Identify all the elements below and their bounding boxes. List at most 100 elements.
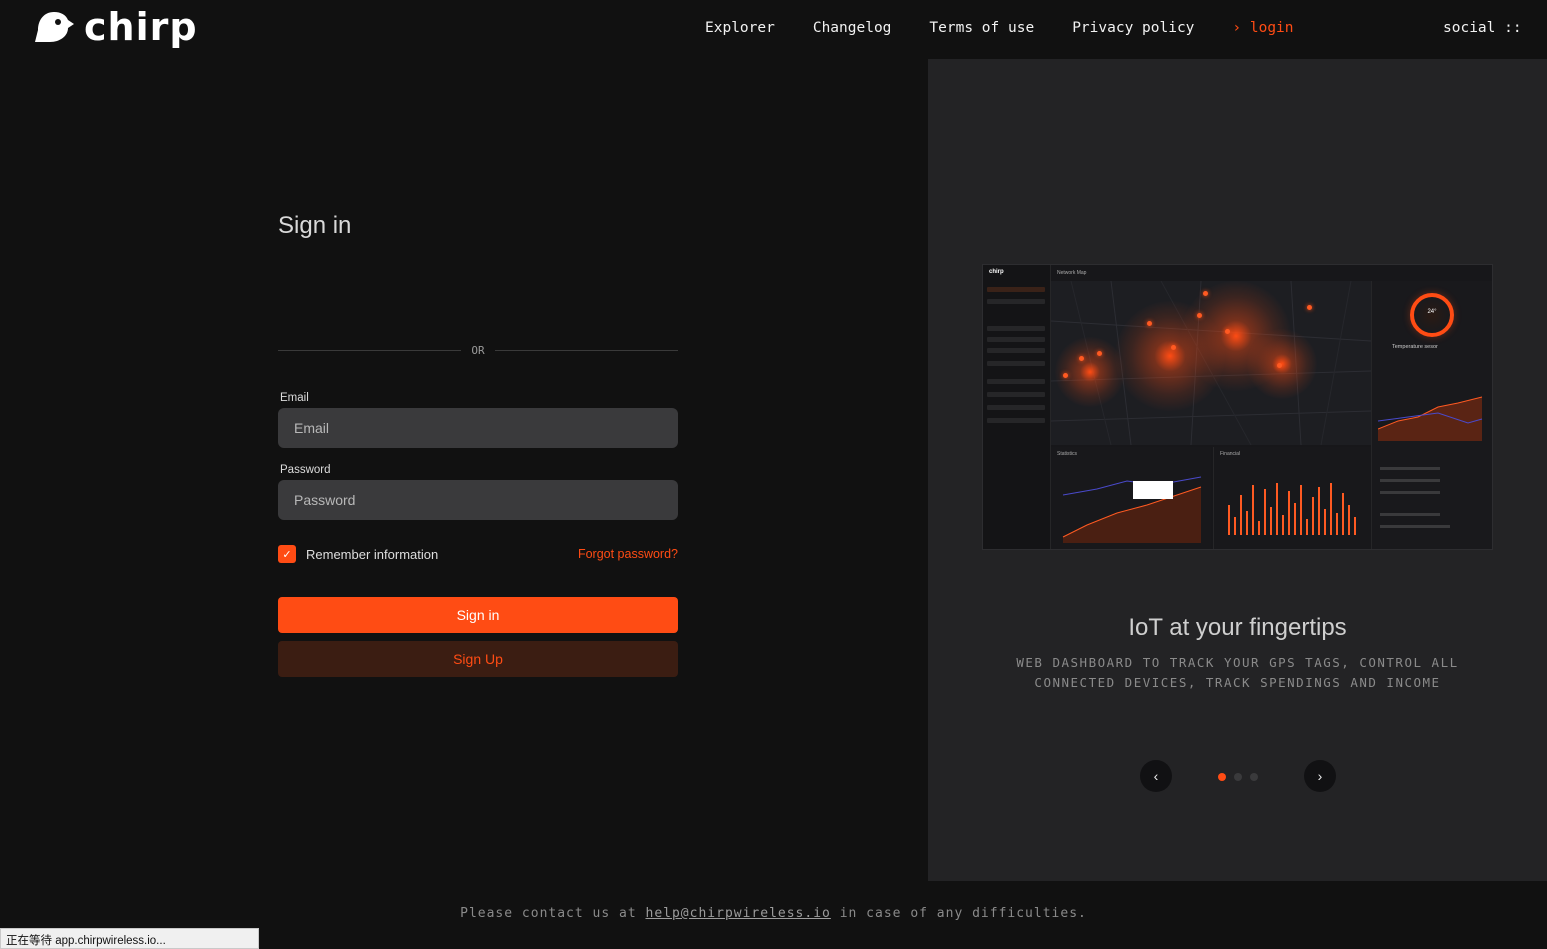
- page-title: Sign in: [278, 212, 352, 239]
- nav-terms[interactable]: Terms of use: [929, 20, 1034, 36]
- fin-bar: [1246, 511, 1248, 535]
- email-label: Email: [280, 392, 309, 404]
- promo-panel: chirp Network Map 24° Temperature sesor …: [928, 59, 1547, 881]
- fin-bar: [1240, 495, 1242, 535]
- map-marker: [1171, 345, 1176, 350]
- map-marker: [1197, 313, 1202, 318]
- social-menu[interactable]: social ::: [1443, 20, 1522, 36]
- map-marker: [1225, 329, 1230, 334]
- forgot-password-link[interactable]: Forgot password?: [578, 547, 678, 561]
- fin-bar: [1330, 483, 1332, 535]
- preview-map-label: Network Map: [1057, 270, 1087, 276]
- sign-in-button[interactable]: Sign in: [278, 597, 678, 633]
- fin-bar: [1342, 493, 1344, 535]
- fin-bar: [1252, 485, 1254, 535]
- map-marker: [1063, 373, 1068, 378]
- preview-nav-item: [987, 392, 1045, 397]
- promo-title: IoT at your fingertips: [1128, 614, 1347, 641]
- carousel-dot-3[interactable]: [1250, 773, 1258, 781]
- nav-explorer[interactable]: Explorer: [705, 20, 775, 36]
- dashboard-preview-image: chirp Network Map 24° Temperature sesor …: [982, 264, 1493, 550]
- log-row: [1380, 479, 1440, 482]
- map-marker: [1079, 356, 1084, 361]
- map-hotspot: [1055, 337, 1125, 407]
- carousel-next-button[interactable]: ›: [1304, 760, 1336, 792]
- password-field[interactable]: [278, 480, 678, 520]
- preview-nav-item: [987, 405, 1045, 410]
- nav-changelog[interactable]: Changelog: [813, 20, 892, 36]
- preview-nav-item: [987, 379, 1045, 384]
- chevron-right-icon: ›: [1317, 768, 1323, 784]
- nav-privacy[interactable]: Privacy policy: [1072, 20, 1194, 36]
- map-hotspot: [1247, 329, 1317, 399]
- promo-description: WEB DASHBOARD TO TRACK YOUR GPS TAGS, CO…: [1016, 655, 1459, 690]
- fin-bar: [1270, 507, 1272, 535]
- statistics-area-chart: [1062, 476, 1202, 543]
- preview-statistics: Statistics: [1051, 447, 1211, 549]
- fin-bar: [1354, 517, 1356, 535]
- logo[interactable]: chirp: [34, 8, 198, 46]
- log-row: [1380, 467, 1440, 470]
- log-row: [1380, 491, 1440, 494]
- log-row: [1380, 513, 1440, 516]
- nav-login[interactable]: › login: [1232, 20, 1293, 36]
- browser-status-bar: 正在等待 app.chirpwireless.io...: [0, 928, 259, 949]
- fin-bar: [1324, 509, 1326, 535]
- footer-text-before: Please contact us at: [460, 906, 646, 921]
- carousel-dot-1[interactable]: [1218, 773, 1226, 781]
- carousel-prev-button[interactable]: ‹: [1140, 760, 1172, 792]
- preview-financial: Financial: [1213, 447, 1371, 549]
- carousel-dots: [1218, 773, 1266, 781]
- remember-checkbox-row[interactable]: ✓ Remember information: [278, 545, 438, 563]
- map-marker: [1097, 351, 1102, 356]
- preview-nav-item: [987, 418, 1045, 423]
- fin-bar: [1318, 487, 1320, 535]
- log-row: [1380, 525, 1450, 528]
- preview-nav-item: [987, 287, 1045, 292]
- remember-label: Remember information: [306, 546, 439, 562]
- support-email-link[interactable]: help@chirpwireless.io: [646, 906, 831, 921]
- fin-bar: [1306, 519, 1308, 535]
- fin-bar: [1336, 513, 1338, 535]
- map-marker: [1307, 305, 1312, 310]
- fin-bar: [1282, 515, 1284, 535]
- check-icon: ✓: [282, 548, 292, 561]
- fin-bar: [1264, 489, 1266, 535]
- footer-text-after: in case of any difficulties.: [830, 906, 1087, 921]
- main-nav: Explorer Changelog Terms of use Privacy …: [705, 20, 1294, 36]
- statistics-title: Statistics: [1057, 451, 1078, 457]
- password-label: Password: [280, 464, 331, 476]
- bird-icon: [35, 12, 74, 42]
- fin-bar: [1348, 505, 1350, 535]
- preview-nav-item: [987, 299, 1045, 304]
- header: chirp Explorer Changelog Terms of use Pr…: [0, 0, 1547, 59]
- sign-up-button[interactable]: Sign Up: [278, 641, 678, 677]
- fin-bar: [1288, 491, 1290, 535]
- chevron-left-icon: ‹: [1153, 768, 1159, 784]
- fin-bar: [1258, 521, 1260, 535]
- fin-bar: [1234, 517, 1236, 535]
- email-field[interactable]: [278, 408, 678, 448]
- divider-line-right: [495, 350, 678, 351]
- logo-text: chirp: [84, 5, 198, 49]
- carousel-dot-2[interactable]: [1234, 773, 1242, 781]
- or-divider: OR: [278, 344, 678, 358]
- preview-nav-item: [987, 337, 1045, 342]
- remember-checkbox[interactable]: ✓: [278, 545, 296, 563]
- sensor-title: Temperature sesor: [1392, 344, 1438, 350]
- fin-bar: [1294, 503, 1296, 535]
- fin-bar: [1312, 497, 1314, 535]
- preview-nav-item: [987, 348, 1045, 353]
- preview-map: [1051, 281, 1371, 445]
- footer-contact: Please contact us at help@chirpwireless.…: [0, 906, 1547, 921]
- sensor-area-chart: [1378, 396, 1483, 441]
- preview-nav-item: [987, 326, 1045, 331]
- preview-sensor-panel: 24° Temperature sesor: [1371, 281, 1492, 549]
- map-marker: [1277, 363, 1282, 368]
- financial-title: Financial: [1220, 451, 1241, 457]
- fin-bar: [1300, 485, 1302, 535]
- fin-bar: [1276, 483, 1278, 535]
- preview-logo: chirp: [989, 269, 1004, 275]
- map-marker: [1203, 291, 1208, 296]
- preview-sidebar: chirp: [983, 265, 1051, 549]
